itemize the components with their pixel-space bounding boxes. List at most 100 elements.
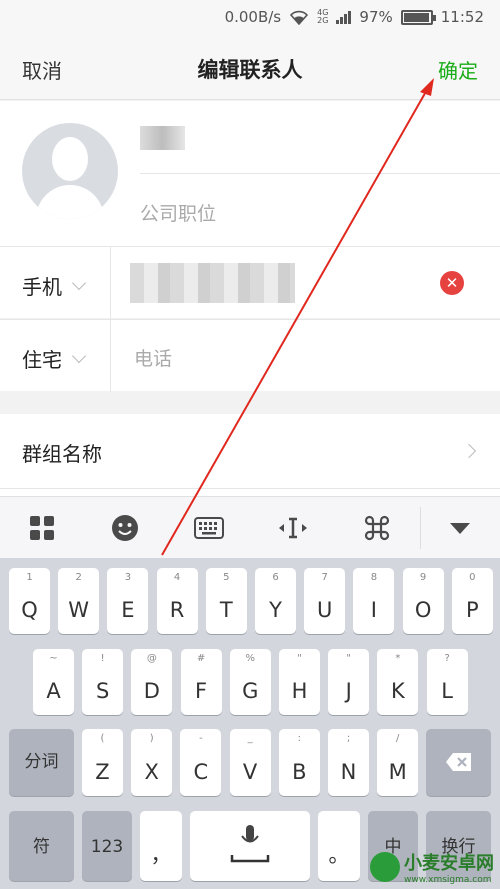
key-label: W	[68, 598, 90, 622]
key-n[interactable]: ; N	[328, 729, 369, 796]
key-label: S	[96, 679, 110, 703]
key-hint: 4	[173, 572, 181, 583]
divider	[110, 320, 111, 392]
avatar[interactable]	[22, 123, 118, 219]
key-label: T	[219, 598, 233, 622]
key-hint: !	[100, 653, 105, 664]
battery-percent: 97%	[359, 8, 393, 26]
key-m[interactable]: / M	[377, 729, 419, 796]
key-label: L	[441, 679, 453, 703]
group-row[interactable]: 群组名称	[0, 414, 500, 488]
divider	[110, 247, 111, 319]
key-x[interactable]: ) X	[131, 729, 173, 796]
status-indicators: 0.00B/s 4G 2G 97% 11:52	[225, 8, 484, 26]
key-g[interactable]: % G	[229, 649, 271, 715]
key-label: I	[370, 598, 377, 622]
command-icon[interactable]	[360, 511, 394, 545]
cursor-icon[interactable]	[276, 511, 310, 545]
key-hint: 7	[321, 572, 328, 583]
key-label: X	[144, 760, 159, 784]
watermark: 小麦安卓网 www.xmsigma.com	[370, 849, 494, 885]
microphone-icon	[230, 825, 270, 863]
key-hint: )	[149, 733, 154, 744]
key-label: F	[195, 679, 208, 703]
comma-key[interactable]: ，	[140, 811, 182, 881]
key-label: G	[242, 679, 259, 703]
key-label: ，	[150, 843, 172, 867]
key-u[interactable]: 7U	[304, 568, 346, 634]
key-hint: 5	[223, 572, 230, 583]
key-y[interactable]: 6Y	[255, 568, 296, 634]
apps-grid-icon[interactable]	[25, 511, 59, 545]
key-hint: ~	[49, 653, 58, 664]
phone-type-dropdown[interactable]: 住宅	[22, 344, 87, 373]
key-label: Y	[269, 598, 282, 622]
key-c[interactable]: -C	[180, 729, 222, 796]
key-hint: "	[346, 653, 351, 664]
confirm-button[interactable]: 确定	[438, 55, 478, 84]
key-label: K	[391, 679, 405, 703]
avatar-body-shape	[36, 185, 104, 219]
key-q[interactable]: 1Q	[9, 568, 50, 634]
key-hint: *	[395, 653, 401, 664]
space-key[interactable]	[190, 811, 310, 881]
key-hint: 6	[272, 572, 279, 583]
key-z[interactable]: (Z	[82, 729, 123, 796]
period-key[interactable]: 。	[318, 811, 360, 881]
key-label: P	[465, 598, 479, 622]
backspace-icon	[446, 753, 471, 771]
key-label: 符	[33, 837, 50, 857]
chevron-down-icon	[71, 275, 87, 290]
key-hint: 8	[370, 572, 378, 583]
backspace-button[interactable]	[426, 729, 491, 796]
phone-type-label: 住宅	[22, 348, 62, 372]
key-p[interactable]: 0P	[451, 568, 493, 634]
phone-input[interactable]: 电话	[134, 344, 172, 371]
keyboard: 1 Q 2 W 3 E 4 R 5 T 6 Y 7 U 8 I 9 O 0 P ~ A! S @ D # F% G " H " J * K? L 分词…	[0, 558, 500, 889]
key-hint: 0	[469, 572, 476, 583]
key-w[interactable]: 2W	[58, 568, 100, 634]
numeric-button[interactable]: 123	[82, 811, 132, 881]
key-hint: /	[396, 733, 400, 744]
symbol-button[interactable]: 符	[9, 811, 74, 881]
key-v[interactable]: _ V	[229, 729, 271, 796]
key-f[interactable]: # F	[180, 649, 222, 715]
key-b[interactable]: :B	[278, 729, 320, 796]
key-label: U	[317, 598, 333, 622]
key-s[interactable]: ! S	[82, 649, 124, 715]
android-logo-icon	[370, 852, 400, 882]
key-a[interactable]: ~ A	[33, 649, 74, 715]
key-label: E	[121, 598, 135, 622]
wifi-icon	[290, 10, 309, 25]
key-o[interactable]: 9O	[402, 568, 444, 634]
key-label: N	[340, 760, 357, 784]
phone-input-redacted[interactable]	[130, 263, 295, 303]
key-label: 分词	[24, 752, 59, 772]
keyboard-icon[interactable]	[192, 511, 226, 545]
next-row-partial	[0, 488, 500, 496]
key-e[interactable]: 3E	[107, 568, 149, 634]
key-hint: 3	[124, 572, 132, 583]
emoji-icon[interactable]	[108, 511, 142, 545]
key-k[interactable]: * K	[377, 649, 419, 715]
key-hint: %	[245, 653, 256, 664]
phone-type-dropdown[interactable]: 手机	[22, 271, 87, 300]
key-d[interactable]: @ D	[131, 649, 173, 715]
key-hint: #	[196, 653, 206, 664]
key-hint: ?	[444, 653, 450, 664]
key-t[interactable]: 5T	[205, 568, 247, 634]
position-input[interactable]: 公司职位	[140, 199, 216, 226]
collapse-icon[interactable]	[443, 511, 477, 545]
key-r[interactable]: 4R	[156, 568, 198, 634]
key-i[interactable]: 8I	[353, 568, 395, 634]
fenci-button[interactable]: 分词	[9, 729, 74, 796]
clear-icon[interactable]: ✕	[440, 271, 464, 295]
key-j[interactable]: " J	[328, 649, 370, 715]
key-l[interactable]: ? L	[426, 649, 468, 715]
key-hint: @	[146, 653, 157, 664]
keyboard-toolbar	[0, 496, 500, 558]
key-label: H	[291, 679, 308, 703]
nav-header: 取消 编辑联系人 确定	[0, 36, 500, 100]
key-h[interactable]: " H	[279, 649, 320, 715]
name-field-redacted[interactable]	[140, 126, 185, 150]
